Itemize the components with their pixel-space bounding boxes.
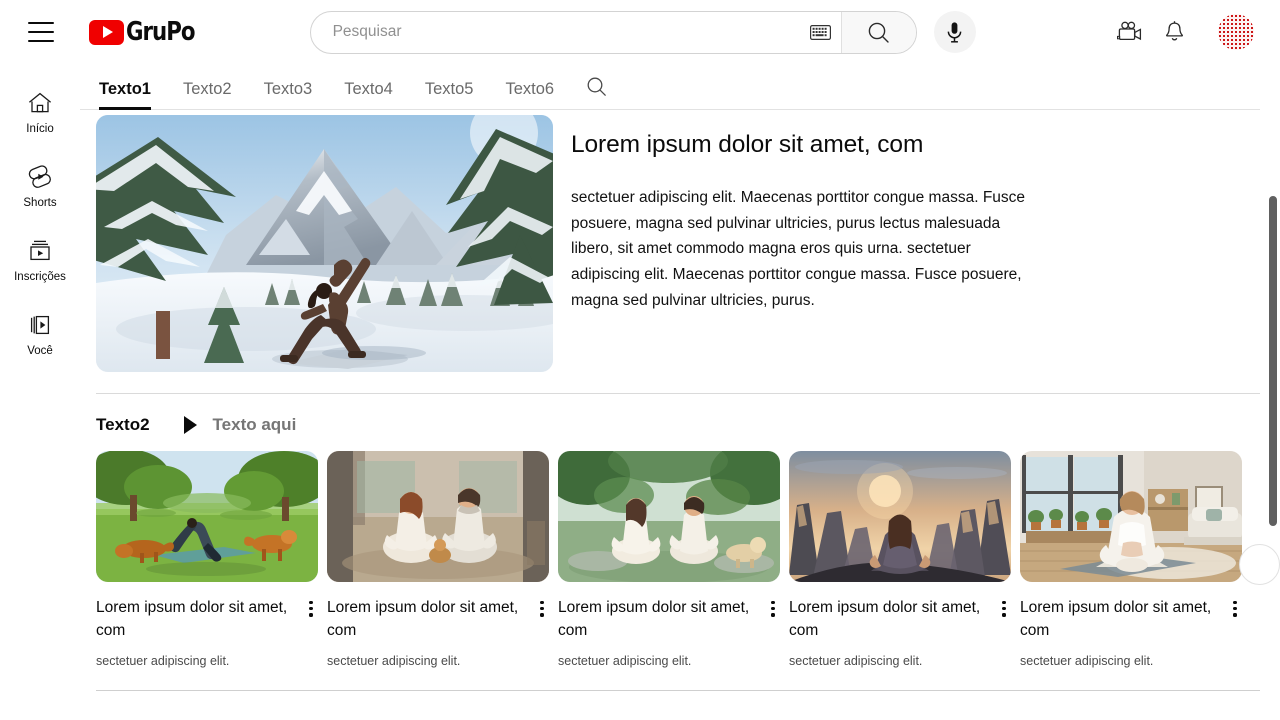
- section-subtitle: Texto aqui: [212, 415, 297, 434]
- tab-search-icon[interactable]: [586, 76, 607, 109]
- card-thumbnail[interactable]: [96, 451, 318, 582]
- tab-texto2[interactable]: Texto2: [183, 80, 232, 109]
- tab-texto6[interactable]: Texto6: [505, 80, 554, 109]
- search-submit-button[interactable]: [840, 11, 916, 53]
- subscriptions-icon: [27, 236, 53, 266]
- sidebar-label-inicio: Início: [26, 123, 54, 135]
- you-library-icon: [27, 310, 53, 340]
- more-options-icon[interactable]: [997, 596, 1011, 668]
- section-title: Texto2: [96, 415, 150, 434]
- video-card-row: Lorem ipsum dolor sit amet, com sectetue…: [80, 435, 1260, 668]
- tab-texto1[interactable]: Texto1: [99, 80, 151, 110]
- section-header: Texto2 Texto aqui: [80, 394, 1260, 435]
- card-thumbnail[interactable]: [327, 451, 549, 582]
- video-card: Lorem ipsum dolor sit amet, com sectetue…: [789, 451, 1020, 668]
- top-header: GruPo: [0, 0, 1280, 64]
- tab-texto4[interactable]: Texto4: [344, 80, 393, 109]
- tab-texto3[interactable]: Texto3: [264, 80, 313, 109]
- card-meta: Lorem ipsum dolor sit amet, com sectetue…: [96, 596, 318, 668]
- video-card: Lorem ipsum dolor sit amet, com sectetue…: [1020, 451, 1251, 668]
- card-subtitle: sectetuer adipiscing elit.: [1020, 654, 1154, 668]
- hero-body: sectetuer adipiscing elit. Maecenas port…: [571, 189, 1026, 309]
- voice-search-button[interactable]: [933, 11, 976, 53]
- main-content: Lorem ipsum dolor sit amet, com sectetue…: [80, 110, 1280, 720]
- user-avatar[interactable]: [1218, 14, 1254, 50]
- keyboard-icon[interactable]: [801, 24, 841, 40]
- video-card: Lorem ipsum dolor sit amet, com sectetue…: [96, 451, 327, 668]
- card-subtitle: sectetuer adipiscing elit.: [558, 654, 692, 668]
- sidebar-item-inicio[interactable]: Início: [0, 78, 80, 152]
- header-actions: [1108, 0, 1280, 64]
- carousel-next-button[interactable]: [1239, 544, 1280, 585]
- bottom-divider: [96, 690, 1260, 691]
- hero-title: Lorem ipsum dolor sit amet, com: [571, 131, 924, 158]
- create-video-icon[interactable]: [1108, 10, 1152, 54]
- card-title: Lorem ipsum dolor sit amet, com: [789, 599, 981, 639]
- hero-section: Lorem ipsum dolor sit amet, com sectetue…: [80, 110, 1260, 372]
- card-title: Lorem ipsum dolor sit amet, com: [1020, 599, 1212, 639]
- card-subtitle: sectetuer adipiscing elit.: [327, 654, 461, 668]
- card-thumbnail[interactable]: [789, 451, 1011, 582]
- card-meta: Lorem ipsum dolor sit amet, com sectetue…: [1020, 596, 1242, 668]
- app-logo[interactable]: GruPo: [89, 17, 210, 47]
- more-options-icon[interactable]: [304, 596, 318, 668]
- card-subtitle: sectetuer adipiscing elit.: [96, 654, 230, 668]
- card-subtitle: sectetuer adipiscing elit.: [789, 654, 923, 668]
- search-input[interactable]: [310, 11, 801, 53]
- hero-text: Lorem ipsum dolor sit amet, com sectetue…: [571, 115, 1041, 372]
- category-tabbar: Texto1 Texto2 Texto3 Texto4 Texto5 Texto…: [80, 64, 1260, 110]
- notifications-icon[interactable]: [1152, 10, 1196, 54]
- more-options-icon[interactable]: [766, 596, 780, 668]
- sidebar-label-voce: Você: [27, 345, 53, 357]
- sidebar-label-inscricoes: Inscrições: [14, 271, 66, 283]
- play-triangle-icon[interactable]: [183, 416, 197, 434]
- card-thumbnail[interactable]: [1020, 451, 1242, 582]
- sidebar-item-inscricoes[interactable]: Inscrições: [0, 226, 80, 300]
- microphone-icon: [947, 21, 962, 43]
- card-meta: Lorem ipsum dolor sit amet, com sectetue…: [789, 596, 1011, 668]
- more-options-icon[interactable]: [1228, 596, 1242, 668]
- hamburger-menu-icon[interactable]: [28, 22, 54, 42]
- hero-thumbnail[interactable]: [96, 115, 553, 372]
- page-scrollbar[interactable]: [1269, 196, 1277, 526]
- card-title: Lorem ipsum dolor sit amet, com: [558, 599, 750, 639]
- card-thumbnail[interactable]: [558, 451, 780, 582]
- card-meta: Lorem ipsum dolor sit amet, com sectetue…: [558, 596, 780, 668]
- tab-texto5[interactable]: Texto5: [425, 80, 474, 109]
- card-title: Lorem ipsum dolor sit amet, com: [96, 599, 288, 639]
- search-area: [309, 10, 976, 54]
- sidebar-item-shorts[interactable]: Shorts: [0, 152, 80, 226]
- search-box[interactable]: [309, 10, 917, 54]
- card-meta: Lorem ipsum dolor sit amet, com sectetue…: [327, 596, 549, 668]
- more-options-icon[interactable]: [535, 596, 549, 668]
- card-title: Lorem ipsum dolor sit amet, com: [327, 599, 519, 639]
- youtube-play-icon: [89, 19, 124, 45]
- sidebar-item-voce[interactable]: Você: [0, 300, 80, 374]
- video-card: Lorem ipsum dolor sit amet, com sectetue…: [327, 451, 558, 668]
- video-card: Lorem ipsum dolor sit amet, com sectetue…: [558, 451, 789, 668]
- left-sidebar: Início Shorts Inscrições Você: [0, 64, 80, 720]
- sidebar-label-shorts: Shorts: [23, 197, 57, 209]
- home-icon: [27, 88, 53, 118]
- logo-text: GruPo: [126, 17, 196, 47]
- shorts-icon: [26, 162, 54, 192]
